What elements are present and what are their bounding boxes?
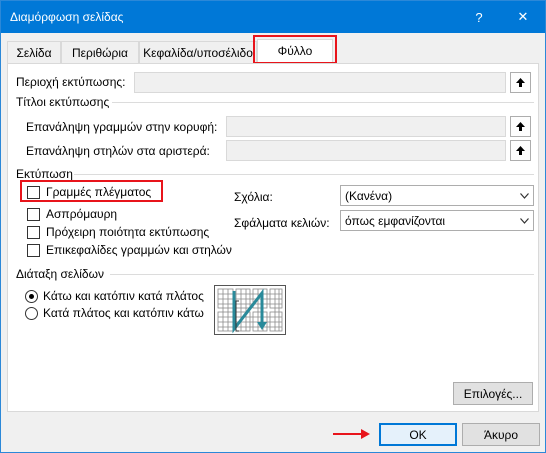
down-then-over-radio[interactable]	[25, 290, 38, 303]
print-heading: Εκτύπωση	[16, 167, 73, 181]
over-then-down-radio[interactable]	[25, 307, 38, 320]
cols-collapse-button[interactable]	[510, 140, 531, 161]
tab-panel: Περιοχή εκτύπωσης: Τίτλοι εκτύπωσης Επαν…	[7, 63, 539, 412]
black-and-white-checkbox[interactable]	[27, 208, 40, 221]
rows-to-repeat-field[interactable]	[226, 116, 506, 137]
title-bar: Διαμόρφωση σελίδας ? ✕	[1, 1, 545, 33]
divider	[110, 274, 534, 275]
chevron-down-icon	[515, 211, 533, 230]
close-button[interactable]: ✕	[501, 1, 545, 33]
options-button[interactable]: Επιλογές...	[453, 382, 533, 405]
divider	[112, 102, 534, 103]
divider	[74, 174, 534, 175]
help-icon: ?	[475, 9, 483, 25]
comments-select[interactable]: (Κανένα)	[340, 185, 534, 206]
cancel-button-label: Άκυρο	[483, 427, 519, 442]
tab-label: Σελίδα	[16, 46, 52, 60]
tab-margins[interactable]: Περιθώρια	[61, 41, 139, 63]
close-icon: ✕	[517, 9, 529, 24]
ok-button-label: OK	[409, 427, 427, 442]
chevron-down-icon	[515, 186, 533, 205]
page-order-preview-icon	[214, 285, 286, 335]
tab-label: Περιθώρια	[72, 46, 128, 60]
page-order-heading: Διάταξη σελίδων	[16, 267, 104, 281]
cell-errors-value: όπως εμφανίζονται	[345, 214, 446, 228]
highlight-sheet-tab	[253, 35, 337, 64]
print-area-label: Περιοχή εκτύπωσης:	[16, 75, 126, 89]
comments-value: (Κανένα)	[345, 189, 393, 203]
arrow-right-icon	[333, 429, 370, 439]
collapse-arrow-icon	[516, 78, 525, 87]
page-setup-dialog: Διαμόρφωση σελίδας ? ✕ Σελίδα Περιθώρια …	[0, 0, 546, 453]
collapse-arrow-icon	[516, 146, 525, 155]
cancel-button[interactable]: Άκυρο	[462, 423, 540, 446]
row-col-headings-label: Επικεφαλίδες γραμμών και στηλών	[46, 243, 232, 257]
print-area-collapse-button[interactable]	[510, 72, 531, 93]
draft-quality-checkbox[interactable]	[27, 226, 40, 239]
cell-errors-label: Σφάλματα κελιών:	[234, 216, 330, 230]
over-then-down-label: Κατά πλάτος και κατόπιν κάτω	[43, 306, 204, 320]
tab-page[interactable]: Σελίδα	[7, 41, 61, 63]
help-button[interactable]: ?	[457, 1, 501, 33]
options-button-label: Επιλογές...	[463, 386, 523, 401]
black-and-white-label: Ασπρόμαυρη	[46, 207, 118, 221]
comments-label: Σχόλια:	[234, 190, 273, 204]
print-titles-heading: Τίτλοι εκτύπωσης	[16, 95, 110, 109]
draft-quality-label: Πρόχειρη ποιότητα εκτύπωσης	[46, 225, 210, 239]
collapse-arrow-icon	[516, 122, 525, 131]
print-area-field[interactable]	[134, 72, 506, 93]
rows-collapse-button[interactable]	[510, 116, 531, 137]
highlight-gridlines	[20, 180, 163, 202]
cell-errors-select[interactable]: όπως εμφανίζονται	[340, 210, 534, 231]
row-col-headings-checkbox[interactable]	[27, 244, 40, 257]
tab-header-footer[interactable]: Κεφαλίδα/υποσέλιδο	[139, 41, 257, 63]
down-then-over-label: Κάτω και κατόπιν κατά πλάτος	[43, 289, 204, 303]
tab-label: Κεφαλίδα/υποσέλιδο	[143, 46, 253, 60]
ok-button[interactable]: OK	[379, 423, 457, 446]
cols-to-repeat-field[interactable]	[226, 140, 506, 161]
window-title: Διαμόρφωση σελίδας	[10, 10, 124, 24]
rows-to-repeat-label: Επανάληψη γραμμών στην κορυφή:	[26, 120, 218, 134]
cols-to-repeat-label: Επανάληψη στηλών στα αριστερά:	[26, 144, 210, 158]
